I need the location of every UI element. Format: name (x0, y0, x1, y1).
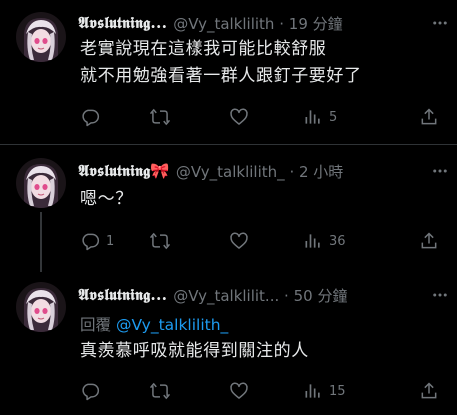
reply-button[interactable]: 1 (80, 231, 114, 251)
share-button[interactable] (419, 381, 439, 401)
replying-to: 回覆 @Vy_talklilith_ (80, 313, 228, 335)
share-icon (419, 381, 439, 401)
replying-to-label: 回覆 (80, 316, 112, 334)
like-button[interactable] (229, 231, 255, 251)
like-icon (229, 381, 249, 401)
post-text: 嗯～？ (80, 186, 133, 213)
display-name[interactable]: 𝕬𝖛𝖘𝖑𝖚𝖙𝖓𝖎𝖓𝖌... (78, 285, 167, 305)
post-3[interactable]: 𝕬𝖛𝖘𝖑𝖚𝖙𝖓𝖎𝖓𝖌... @Vy_talklilit... · 50 分鐘 回… (0, 270, 457, 415)
repost-button[interactable] (150, 231, 176, 251)
post-text-line: 老實說現在這樣我可能比較舒服 (80, 39, 327, 59)
repost-button[interactable] (150, 381, 176, 401)
more-icon[interactable] (431, 162, 449, 180)
avatar[interactable] (16, 158, 66, 208)
post-header: 𝕬𝖛𝖘𝖑𝖚𝖙𝖓𝖎𝖓𝖌... @Vy_talklilith · 19 分鐘 (78, 12, 447, 34)
action-bar: 1 36 (80, 231, 445, 251)
like-button[interactable] (229, 381, 255, 401)
reply-icon (80, 381, 100, 401)
post-text: 老實說現在這樣我可能比較舒服 就不用勉強看著一群人跟釘子要好了 (80, 36, 362, 90)
like-icon (229, 107, 249, 127)
repost-button[interactable] (150, 107, 176, 127)
repost-icon (150, 381, 170, 401)
post-header: 𝕬𝖛𝖘𝖑𝖚𝖙𝖓𝖎𝖓𝖌🎀 @Vy_talklilith_ · 2 小時 (78, 160, 447, 182)
views-count: 36 (329, 233, 346, 249)
like-icon (229, 231, 249, 251)
repost-icon (150, 107, 170, 127)
views-button[interactable]: 5 (303, 107, 337, 127)
reply-icon (80, 107, 100, 127)
separator: · (279, 14, 285, 33)
handle[interactable]: @Vy_talklilith_ (176, 163, 285, 181)
reply-count: 1 (106, 233, 115, 249)
post-2[interactable]: 𝕬𝖛𝖘𝖑𝖚𝖙𝖓𝖎𝖓𝖌🎀 @Vy_talklilith_ · 2 小時 嗯～？ 1… (0, 145, 457, 270)
reply-button[interactable] (80, 381, 106, 401)
avatar[interactable] (16, 12, 66, 62)
share-icon (419, 231, 439, 251)
avatar[interactable] (16, 282, 66, 332)
display-name[interactable]: 𝕬𝖛𝖘𝖑𝖚𝖙𝖓𝖎𝖓𝖌... (78, 13, 167, 33)
display-name[interactable]: 𝕬𝖛𝖘𝖑𝖚𝖙𝖓𝖎𝖓𝖌🎀 (78, 161, 170, 181)
separator: · (289, 162, 295, 181)
views-button[interactable]: 15 (303, 381, 346, 401)
bow-emoji: 🎀 (150, 162, 170, 180)
views-button[interactable]: 36 (303, 231, 346, 251)
share-icon (419, 107, 439, 127)
handle-time: @Vy_talklilith_ · 2 小時 (176, 161, 447, 182)
action-bar: 15 (80, 381, 445, 401)
share-button[interactable] (419, 107, 439, 127)
handle[interactable]: @Vy_talklilit... (173, 287, 279, 305)
action-bar: 5 (80, 107, 445, 127)
views-icon (303, 381, 323, 401)
post-text: 真羨慕呼吸就能得到關注的人 (80, 338, 309, 365)
handle-time: @Vy_talklilith · 19 分鐘 (173, 13, 447, 34)
post-text-line: 就不用勉強看著一群人跟釘子要好了 (80, 66, 362, 86)
like-button[interactable] (229, 107, 255, 127)
reply-icon (80, 231, 100, 251)
timestamp[interactable]: 50 分鐘 (294, 287, 348, 305)
more-icon[interactable] (431, 286, 449, 304)
timestamp[interactable]: 19 分鐘 (289, 15, 343, 33)
display-name-text: 𝕬𝖛𝖘𝖑𝖚𝖙𝖓𝖎𝖓𝖌 (78, 161, 151, 180)
thread-connector (40, 212, 42, 272)
handle[interactable]: @Vy_talklilith (173, 15, 274, 33)
views-icon (303, 107, 323, 127)
reply-button[interactable] (80, 107, 106, 127)
separator: · (284, 286, 289, 305)
handle-time: @Vy_talklilit... · 50 分鐘 (173, 285, 447, 306)
post-1[interactable]: 𝕬𝖛𝖘𝖑𝖚𝖙𝖓𝖎𝖓𝖌... @Vy_talklilith · 19 分鐘 老實說… (0, 0, 457, 142)
views-count: 15 (329, 383, 346, 399)
views-icon (303, 231, 323, 251)
repost-icon (150, 231, 170, 251)
post-text-line: 真羨慕呼吸就能得到關注的人 (80, 341, 309, 361)
timestamp[interactable]: 2 小時 (299, 163, 343, 181)
post-header: 𝕬𝖛𝖘𝖑𝖚𝖙𝖓𝖎𝖓𝖌... @Vy_talklilit... · 50 分鐘 (78, 284, 447, 306)
more-icon[interactable] (431, 14, 449, 32)
post-text-line: 嗯～？ (80, 189, 133, 209)
share-button[interactable] (419, 231, 439, 251)
views-count: 5 (329, 109, 338, 125)
replying-to-mention[interactable]: @Vy_talklilith_ (116, 316, 228, 334)
